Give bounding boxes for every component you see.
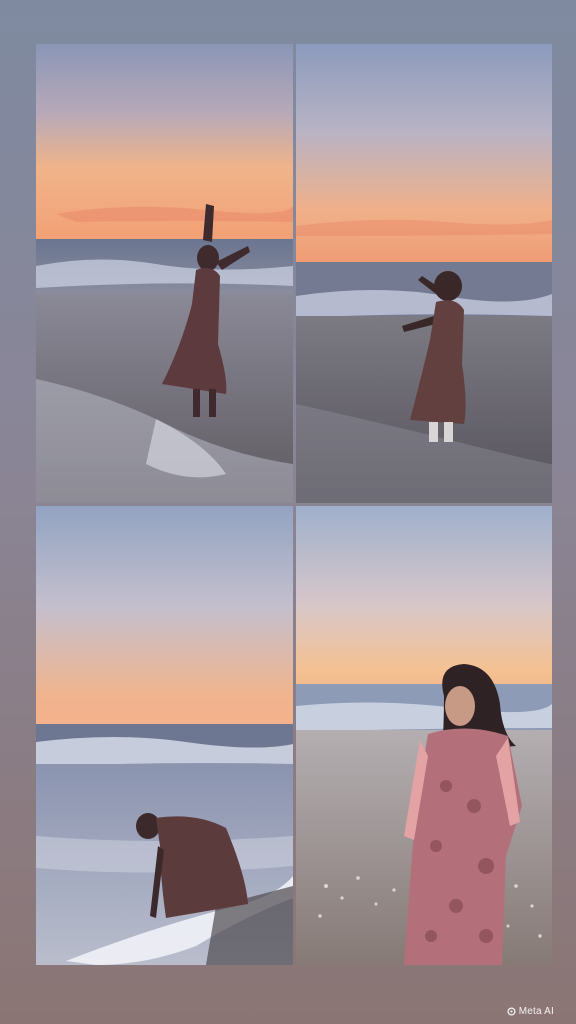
meta-ai-icon — [507, 1007, 516, 1016]
photo-dancing-in-surf — [296, 44, 552, 503]
photo-panel-bottom-left — [36, 506, 293, 965]
photo-arms-raised — [36, 44, 293, 503]
photo-bending-to-wave — [36, 506, 293, 965]
photo-panel-top-left — [36, 44, 293, 503]
photo-panel-bottom-right — [296, 506, 552, 965]
photo-panel-top-right — [296, 44, 552, 503]
watermark-label: Meta AI — [518, 1006, 554, 1017]
photo-portrait-on-shore — [296, 506, 552, 965]
meta-ai-watermark: Meta AI — [507, 1006, 554, 1017]
